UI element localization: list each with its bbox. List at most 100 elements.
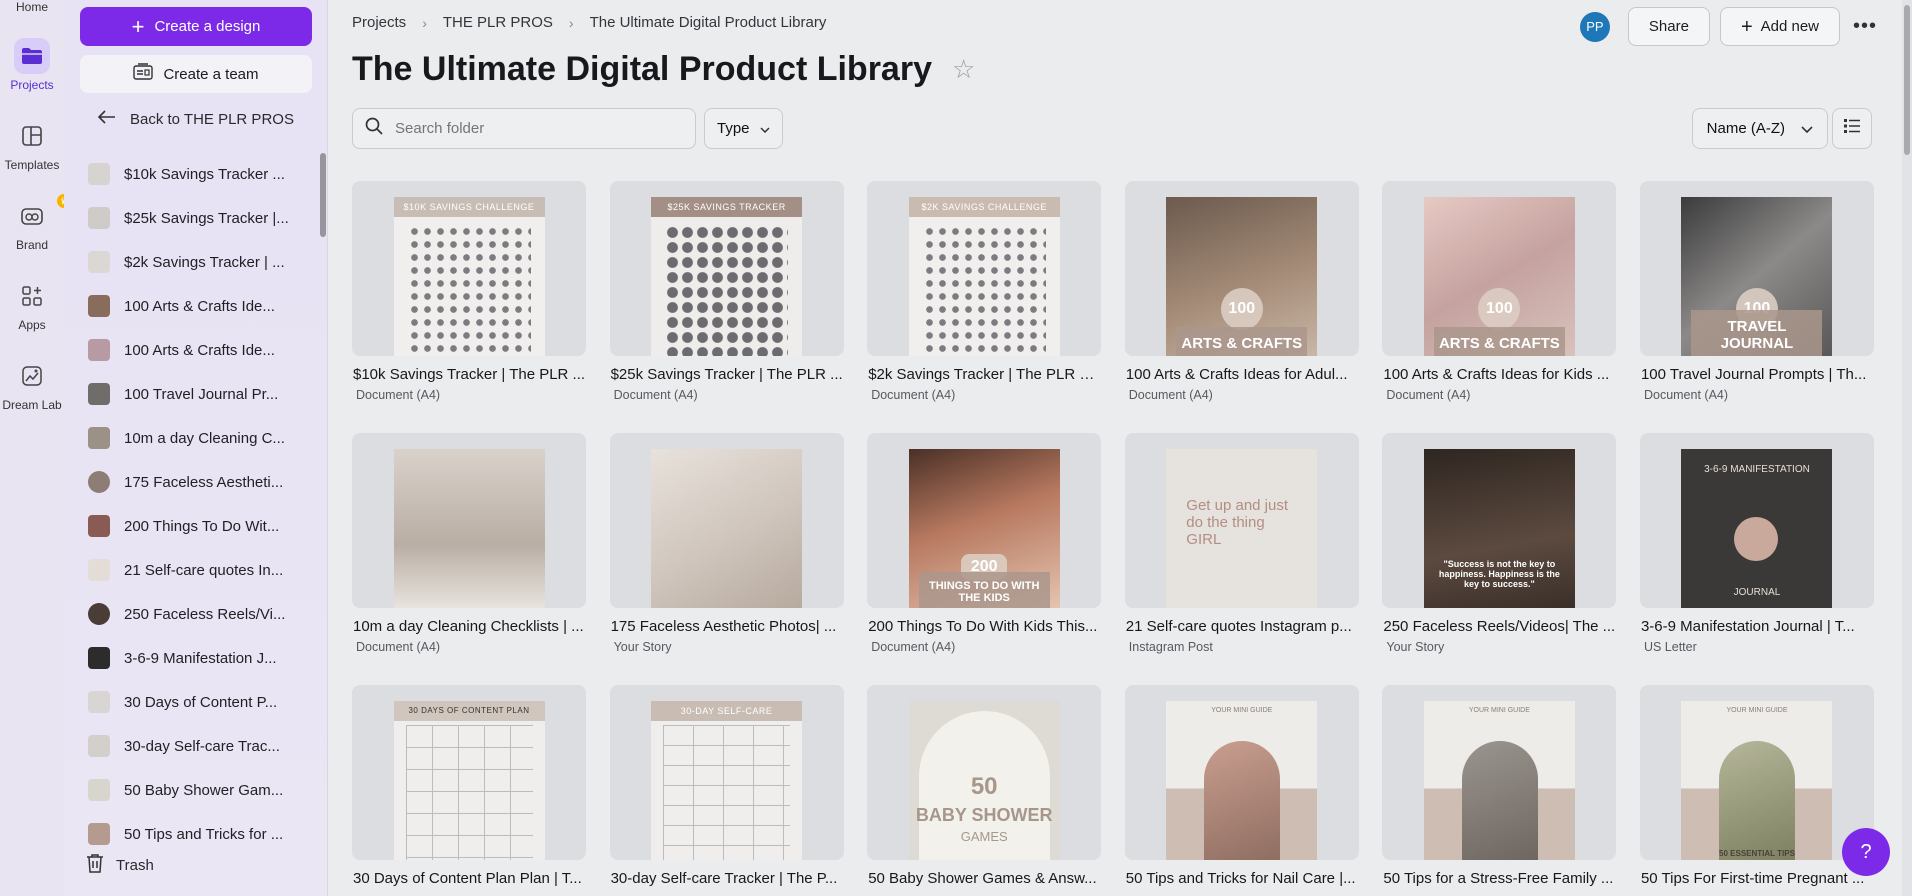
list-item[interactable]: $10k Savings Tracker ... <box>64 152 322 196</box>
avatar[interactable]: PP <box>1579 11 1610 42</box>
breadcrumb-plr-pros[interactable]: THE PLR PROS <box>443 14 553 31</box>
thumbnail-photo <box>1461 741 1538 860</box>
file-name: 100 Arts & Crafts Ide... <box>124 341 275 359</box>
card-type: Document (A4) <box>1386 388 1471 402</box>
breadcrumb-projects[interactable]: Projects <box>352 14 406 31</box>
design-card[interactable]: 30 DAYS OF CONTENT PLAN 30 Days of Conte… <box>352 685 586 896</box>
design-card[interactable]: 30-DAY SELF-CARE 30-day Self-care Tracke… <box>609 685 844 896</box>
scrollbar-thumb[interactable] <box>1904 5 1910 155</box>
panel-scrollbar[interactable] <box>320 153 326 237</box>
sort-dropdown[interactable]: Name (A-Z) <box>1691 108 1828 149</box>
card-thumbnail: $25K SAVINGS TRACKER <box>609 181 844 356</box>
file-name: 21 Self-care quotes In... <box>124 561 284 579</box>
list-item[interactable]: 200 Things To Do Wit... <box>64 504 322 548</box>
list-item[interactable]: 30 Days of Content P... <box>64 680 322 724</box>
card-type: Document (A4) <box>356 388 441 402</box>
file-thumbnail <box>88 163 110 185</box>
share-button[interactable]: Share <box>1627 7 1710 46</box>
list-item[interactable]: 100 Arts & Crafts Ide... <box>64 284 322 328</box>
list-item[interactable]: 3-6-9 Manifestation J... <box>64 636 322 680</box>
design-card[interactable]: 100 ARTS & CRAFTS 100 Arts & Crafts Idea… <box>1382 181 1617 409</box>
card-title: 175 Faceless Aesthetic Photos| ... <box>610 618 837 635</box>
thumbnail-caption: 3-6-9 MANIFESTATION <box>1704 464 1810 475</box>
card-title: 30-day Self-care Tracker | The P... <box>610 870 838 887</box>
design-card[interactable]: YOUR MINI GUIDE 50 Tips and Tricks for N… <box>1124 685 1359 896</box>
thumbnail-subcaption: 50 ESSENTIAL TIPS <box>1719 849 1795 858</box>
page-title: The Ultimate Digital Product Library <box>352 50 932 88</box>
file-name: 10m a day Cleaning C... <box>124 429 285 447</box>
thumbnail-subcaption: JOURNAL <box>1733 587 1781 598</box>
file-thumbnail <box>88 603 110 625</box>
list-item[interactable]: 175 Faceless Aestheti... <box>64 460 322 504</box>
design-card[interactable]: $25K SAVINGS TRACKER $25k Savings Tracke… <box>609 181 844 409</box>
card-title: 250 Faceless Reels/Videos| The ... <box>1383 618 1616 635</box>
list-item[interactable]: 50 Tips and Tricks for ... <box>64 812 322 856</box>
list-item[interactable]: 30-day Self-care Trac... <box>64 724 322 768</box>
design-card[interactable]: 50 BABY SHOWER GAMES 50 Baby Shower Game… <box>867 685 1102 896</box>
list-item[interactable]: 10m a day Cleaning C... <box>64 416 322 460</box>
rail-brand[interactable]: ♛ Brand <box>0 194 71 252</box>
card-thumbnail: YOUR MINI GUIDE <box>1382 685 1617 860</box>
chevron-down-icon <box>760 120 770 137</box>
design-card[interactable]: "Success is not the key to happiness. Ha… <box>1382 433 1617 661</box>
rail-dream-lab[interactable]: Dream Lab <box>0 358 64 412</box>
more-options-icon[interactable]: ••• <box>1850 15 1880 38</box>
star-icon[interactable]: ☆ <box>952 54 975 85</box>
design-card[interactable]: 10m a day Cleaning Checklists | ... Docu… <box>352 433 586 661</box>
rail-projects[interactable]: Projects <box>0 38 64 92</box>
design-card[interactable]: YOUR MINI GUIDE 50 Tips for a Stress-Fre… <box>1382 685 1617 896</box>
design-card[interactable]: 175 Faceless Aesthetic Photos| ... Your … <box>609 433 844 661</box>
add-new-button[interactable]: + Add new <box>1719 7 1840 46</box>
list-item[interactable]: $25k Savings Tracker |... <box>64 196 322 240</box>
create-team-button[interactable]: Create a team <box>80 55 312 93</box>
card-title: 21 Self-care quotes Instagram p... <box>1125 618 1352 635</box>
design-card[interactable]: $10K SAVINGS CHALLENGE $10k Savings Trac… <box>352 181 586 409</box>
thumbnail-caption: ARTS & CRAFTS <box>1176 327 1308 356</box>
create-design-button[interactable]: + Create a design <box>80 7 312 46</box>
file-name: 30-day Self-care Trac... <box>124 737 280 755</box>
design-card[interactable]: 200 THINGS TO DO WITH THE KIDS 200 Thing… <box>867 433 1102 661</box>
design-card[interactable]: 100 ARTS & CRAFTS 100 Arts & Crafts Idea… <box>1124 181 1359 409</box>
list-item[interactable]: $2k Savings Tracker | ... <box>64 240 322 284</box>
brand-icon: ♛ <box>14 194 71 234</box>
help-button[interactable]: ? <box>1842 828 1890 876</box>
thumbnail-number: 100 <box>1220 288 1263 330</box>
design-card[interactable]: $2K SAVINGS CHALLENGE $2k Savings Tracke… <box>867 181 1102 409</box>
list-item[interactable]: 250 Faceless Reels/Vi... <box>64 592 322 636</box>
back-link[interactable]: Back to THE PLR PROS <box>97 110 294 128</box>
search-input[interactable] <box>395 120 675 137</box>
design-card[interactable]: YOUR MINI GUIDE 50 ESSENTIAL TIPS 50 Tip… <box>1639 685 1874 896</box>
design-card[interactable]: 3-6-9 MANIFESTATION JOURNAL 3-6-9 Manife… <box>1639 433 1874 661</box>
rail-home[interactable]: Home <box>0 0 64 14</box>
list-item[interactable]: 21 Self-care quotes In... <box>64 548 322 592</box>
file-name: $25k Savings Tracker |... <box>124 209 289 227</box>
file-thumbnail <box>88 427 110 449</box>
thumbnail-caption: 30 DAYS OF CONTENT PLAN <box>393 701 545 721</box>
file-thumbnail <box>88 647 110 669</box>
card-thumbnail: 3-6-9 MANIFESTATION JOURNAL <box>1639 433 1874 608</box>
card-type: Document (A4) <box>356 640 441 654</box>
main-scrollbar[interactable] <box>1902 0 1912 896</box>
folder-icon <box>14 38 50 74</box>
card-thumbnail: YOUR MINI GUIDE <box>1124 685 1359 860</box>
trash-link[interactable]: Trash <box>86 853 154 877</box>
list-view-button[interactable] <box>1832 108 1872 149</box>
card-title: 100 Arts & Crafts Ideas for Adul... <box>1125 366 1348 383</box>
rail-templates[interactable]: Templates <box>0 118 64 172</box>
thumbnail-caption: YOUR MINI GUIDE <box>1211 707 1273 714</box>
list-item[interactable]: 100 Arts & Crafts Ide... <box>64 328 322 372</box>
search-box[interactable] <box>352 108 696 149</box>
file-name: 50 Tips and Tricks for ... <box>124 825 284 843</box>
page-title-row: The Ultimate Digital Product Library ☆ <box>352 50 975 89</box>
design-card[interactable]: Get up and just do the thing GIRL 21 Sel… <box>1124 433 1359 661</box>
type-filter-button[interactable]: Type <box>704 108 783 149</box>
card-title: 200 Things To Do With Kids This... <box>868 618 1098 635</box>
list-item[interactable]: 50 Baby Shower Gam... <box>64 768 322 812</box>
card-type: Your Story <box>1386 640 1445 654</box>
list-item[interactable]: 100 Travel Journal Pr... <box>64 372 322 416</box>
file-name: $10k Savings Tracker ... <box>124 165 285 183</box>
file-name: 30 Days of Content P... <box>124 693 278 711</box>
design-card[interactable]: 100 TRAVEL JOURNAL 100 Travel Journal Pr… <box>1639 181 1874 409</box>
rail-apps[interactable]: Apps <box>0 278 64 332</box>
card-thumbnail: "Success is not the key to happiness. Ha… <box>1382 433 1617 608</box>
